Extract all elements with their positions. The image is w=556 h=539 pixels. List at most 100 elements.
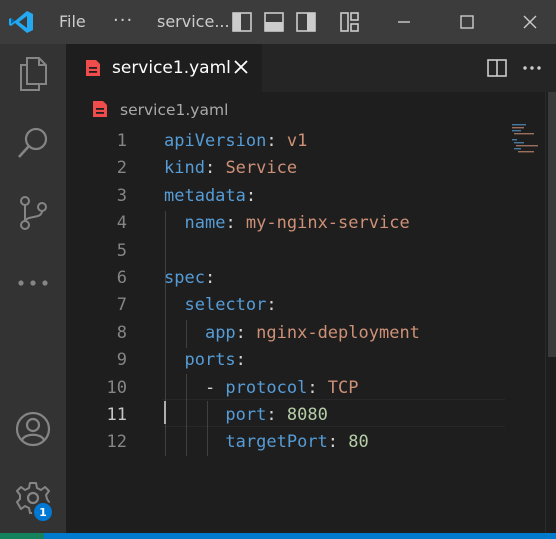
code-line[interactable]: 12 targetPort: 80 <box>66 429 506 456</box>
code-text: metadata: <box>164 183 256 210</box>
line-number: 8 <box>116 322 127 343</box>
code-token: : <box>235 322 257 343</box>
minimize-icon <box>398 21 410 23</box>
code-text: app: nginx-deployment <box>164 320 420 347</box>
ellipsis-icon <box>18 280 48 286</box>
code-token: selector <box>184 295 267 316</box>
code-token: protocol <box>225 377 308 398</box>
search-icon <box>18 127 48 158</box>
code-token: : <box>204 268 216 288</box>
customize-layout-icon[interactable] <box>339 11 361 33</box>
activity-more[interactable] <box>13 263 53 303</box>
menu-more-icon[interactable]: ··· <box>113 10 133 31</box>
code-text: port: 8080 <box>164 402 327 429</box>
code-token: targetPort <box>225 432 328 453</box>
code-token: TCP <box>327 377 359 398</box>
line-number: 9 <box>116 350 127 371</box>
code-token: : <box>204 158 226 179</box>
code-token: apiVersion <box>164 131 267 151</box>
tab-bar: service1.yaml <box>66 44 556 92</box>
code-token: : <box>266 131 287 151</box>
status-bar <box>0 533 556 539</box>
code-line[interactable]: 5 <box>66 238 506 265</box>
maximize-button[interactable] <box>452 8 482 36</box>
code-token: my-nginx-service <box>245 213 410 234</box>
code-token: ports <box>184 350 236 371</box>
breadcrumb-file[interactable]: service1.yaml <box>120 101 228 119</box>
close-window-button[interactable] <box>515 8 545 36</box>
split-editor-icon[interactable] <box>486 57 508 79</box>
code-token: : <box>307 377 328 398</box>
code-token: name <box>184 213 226 234</box>
code-token: : <box>235 350 246 371</box>
code-editor[interactable]: 1 apiVersion: v1 2 kind: Service 3 metadata: 4… <box>66 128 556 533</box>
breadcrumb: service1.yaml <box>66 92 556 128</box>
code-line[interactable]: 11 port: 8080 <box>66 402 506 429</box>
line-number: 3 <box>116 185 127 206</box>
code-token: : <box>266 295 277 316</box>
code-token: spec <box>164 268 205 288</box>
code-token: : <box>266 405 287 425</box>
code-line[interactable]: 9 ports: <box>66 347 506 374</box>
line-number: 4 <box>116 213 127 234</box>
line-number: 7 <box>116 295 127 316</box>
remote-indicator[interactable] <box>0 533 44 539</box>
line-number: 6 <box>116 268 127 288</box>
code-line[interactable]: 8 app: nginx-deployment <box>66 320 506 347</box>
vertical-scrollbar-thumb[interactable] <box>548 92 556 357</box>
close-icon <box>523 15 537 29</box>
tab-service1-yaml[interactable]: service1.yaml <box>66 44 262 92</box>
code-token: port <box>225 405 267 425</box>
code-token: app <box>204 322 236 343</box>
toggle-primary-sidebar-icon[interactable] <box>231 11 253 33</box>
code-line[interactable]: 7 selector: <box>66 292 506 319</box>
activity-explorer[interactable] <box>13 54 53 94</box>
activity-search[interactable] <box>13 123 53 163</box>
more-actions-icon[interactable] <box>521 57 543 79</box>
line-number: 10 <box>106 377 127 398</box>
code-text: targetPort: 80 <box>164 429 368 456</box>
title-bar: File ··· service... <box>0 0 556 44</box>
code-line[interactable]: 10 - protocol: TCP <box>66 375 506 402</box>
code-line[interactable]: 4 name: my-nginx-service <box>66 210 506 237</box>
maximize-icon <box>460 15 474 29</box>
yaml-file-icon <box>86 60 100 76</box>
minimize-button[interactable] <box>389 8 419 36</box>
code-text: spec: <box>164 265 215 292</box>
code-token: v1 <box>286 131 308 151</box>
code-token: Service <box>225 158 298 179</box>
code-token: : <box>225 213 246 234</box>
code-token: nginx-deployment <box>256 322 420 343</box>
code-token: : <box>245 185 257 206</box>
minimap[interactable] <box>512 124 548 154</box>
close-tab-icon[interactable] <box>230 56 252 78</box>
manage-badge: 1 <box>32 501 54 523</box>
activity-bar: 1 <box>0 44 66 533</box>
code-token: metadata <box>164 185 246 206</box>
code-token: kind <box>164 158 205 179</box>
toggle-panel-icon[interactable] <box>263 11 285 33</box>
code-text: apiVersion: v1 <box>164 128 307 155</box>
line-number: 2 <box>116 158 127 179</box>
code-line[interactable]: 2 kind: Service <box>66 155 506 182</box>
line-number: 11 <box>106 405 127 425</box>
activity-accounts[interactable] <box>13 409 53 449</box>
window-title: service... <box>157 12 230 31</box>
code-line[interactable]: 6 spec: <box>66 265 506 292</box>
menu-file[interactable]: File <box>59 12 86 31</box>
code-token: : <box>327 432 349 453</box>
code-line[interactable]: 3 metadata: <box>66 183 506 210</box>
source-control-icon <box>20 196 47 230</box>
code-text: ports: <box>164 347 246 374</box>
yaml-file-icon <box>93 101 107 117</box>
activity-source-control[interactable] <box>13 193 53 233</box>
code-text: selector: <box>164 292 277 319</box>
toggle-secondary-sidebar-icon[interactable] <box>295 11 317 33</box>
code-line[interactable]: 1 apiVersion: v1 <box>66 128 506 155</box>
